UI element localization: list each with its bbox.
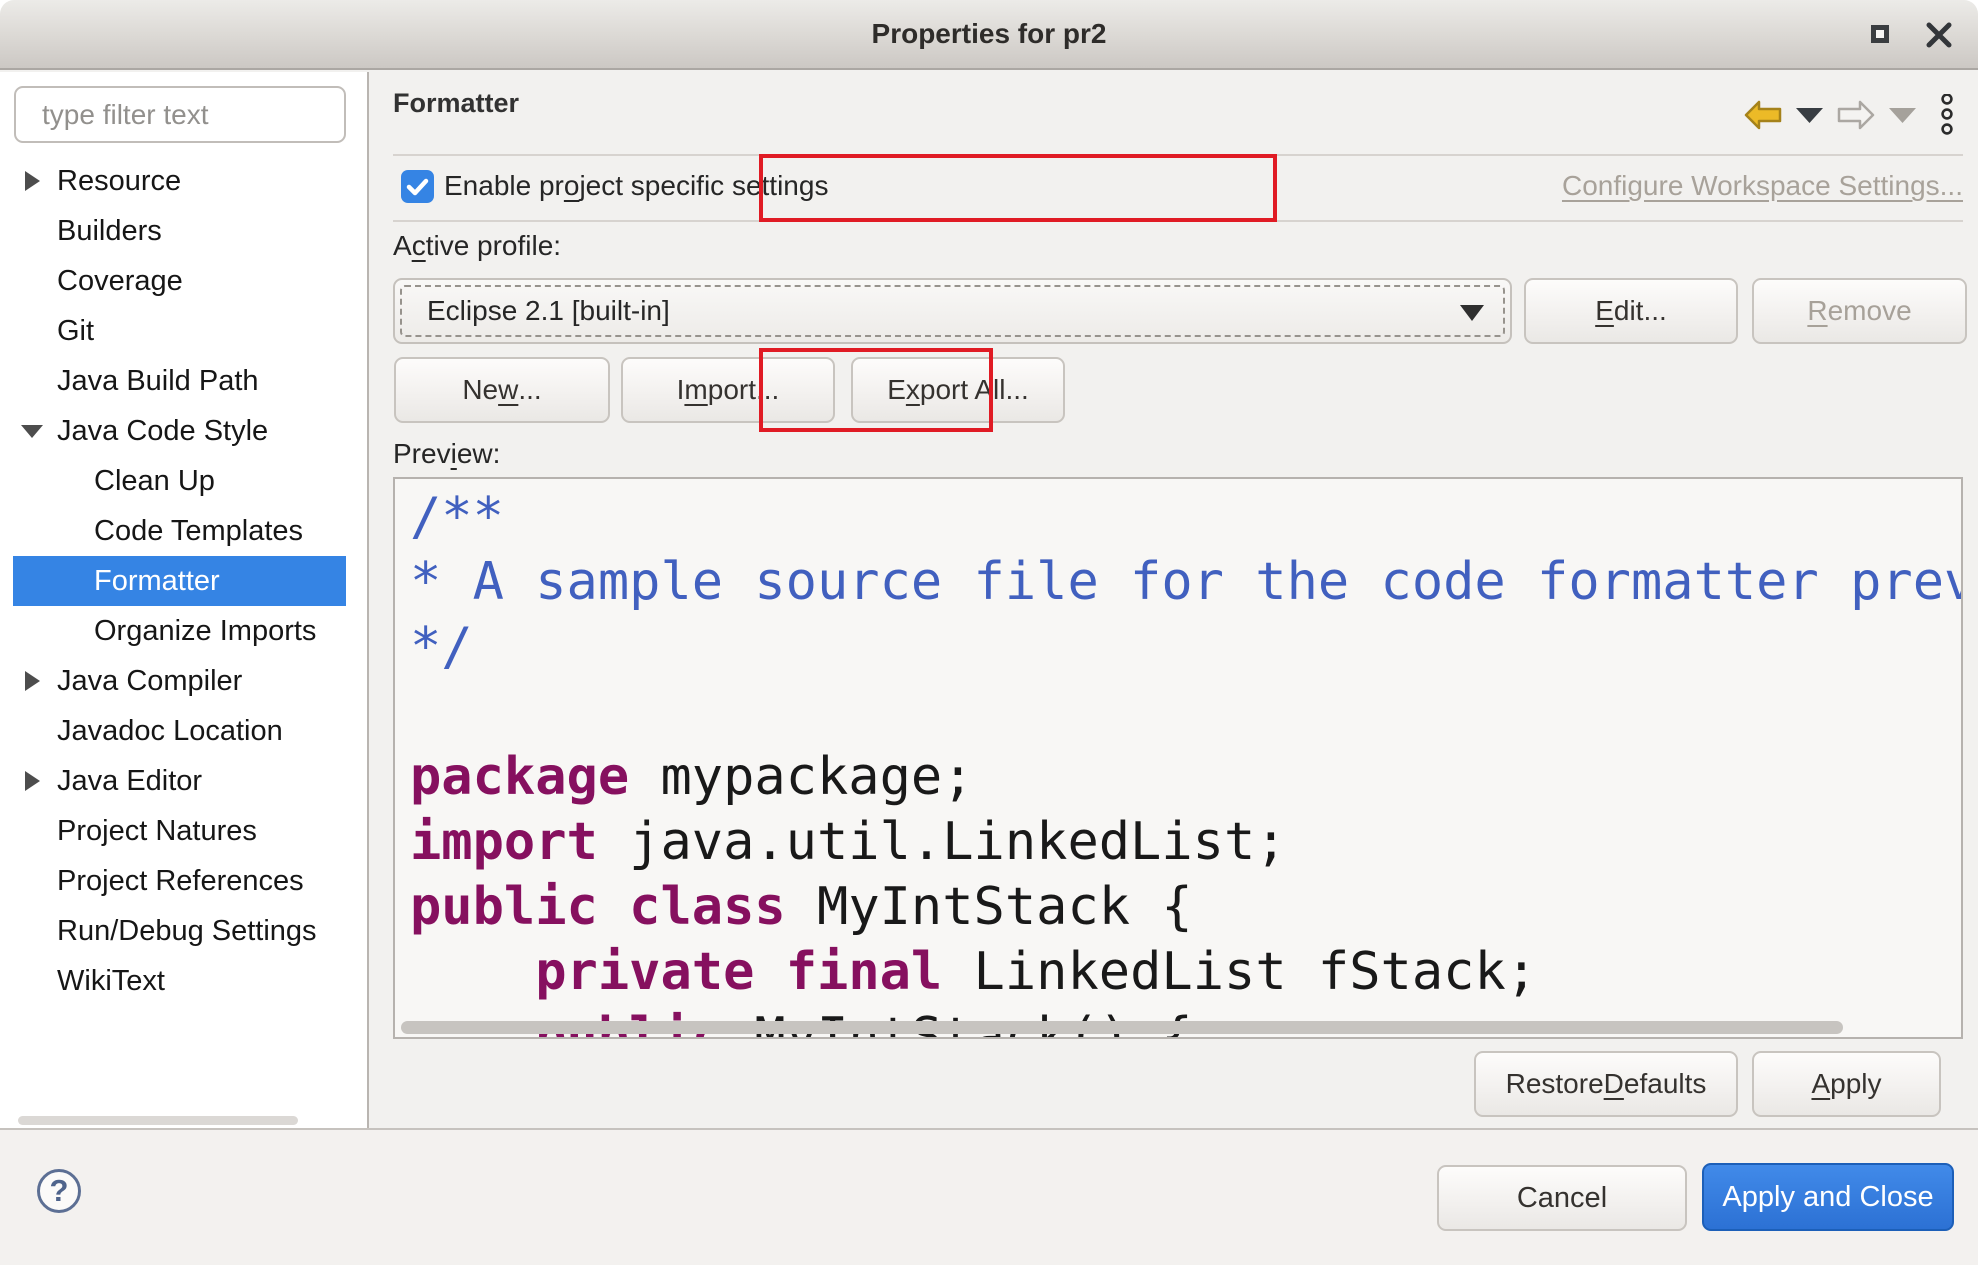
import-button[interactable]: Import...: [621, 357, 835, 423]
forward-arrow-icon[interactable]: [1837, 100, 1875, 130]
page-title: Formatter: [393, 88, 519, 119]
tree-item-label: Project Natures: [57, 815, 257, 848]
tree-item-coverage[interactable]: Coverage: [13, 256, 346, 306]
tree-item-java-editor[interactable]: Java Editor: [13, 756, 346, 806]
maximize-icon: [1871, 25, 1889, 43]
tree-item-builders[interactable]: Builders: [13, 206, 346, 256]
tree-item-resource[interactable]: Resource: [13, 156, 346, 206]
tree-item-clean-up[interactable]: Clean Up: [13, 456, 346, 506]
maximize-button[interactable]: [1868, 23, 1892, 47]
tree-item-label: Clean Up: [94, 465, 215, 498]
tree-item-label: Java Editor: [57, 765, 202, 798]
tree-item-label: Java Build Path: [57, 365, 259, 398]
sidebar-horizontal-scrollbar[interactable]: [18, 1116, 298, 1125]
window-title: Properties for pr2: [0, 0, 1978, 68]
remove-button[interactable]: Remove: [1752, 278, 1967, 344]
back-arrow-icon[interactable]: [1744, 100, 1782, 130]
active-profile-label: Active profile:: [393, 230, 561, 262]
tree-item-java-build-path[interactable]: Java Build Path: [13, 356, 346, 406]
apply-button[interactable]: Apply: [1752, 1051, 1941, 1117]
separator-line-top: [393, 154, 1963, 156]
sidebar: Resource Builders Coverage Git Java Build Pa…: [0, 72, 369, 1128]
code-preview: /*** A sample source file for the code f…: [393, 477, 1963, 1039]
preview-label: Preview:: [393, 438, 500, 470]
collapsed-arrow-icon[interactable]: [25, 771, 40, 791]
close-button[interactable]: [1926, 22, 1952, 48]
enable-project-settings-checkbox[interactable]: [401, 170, 434, 203]
tree-item-code-templates[interactable]: Code Templates: [13, 506, 346, 556]
combo-dropdown-arrow-icon: [1460, 305, 1484, 321]
properties-dialog: Properties for pr2 Resource Builders Cover…: [0, 0, 1978, 1265]
footer: ? Cancel Apply and Close: [0, 1128, 1978, 1265]
tree-item-label: Organize Imports: [94, 615, 316, 648]
tree-item-label: Coverage: [57, 265, 183, 298]
export-all-button[interactable]: Export All...: [851, 357, 1065, 423]
preview-horizontal-scrollbar[interactable]: [401, 1021, 1843, 1034]
collapsed-arrow-icon[interactable]: [25, 671, 40, 691]
code-line: */: [410, 615, 1961, 680]
tree-item-formatter[interactable]: Formatter: [13, 556, 346, 606]
tree-item-java-code-style[interactable]: Java Code Style: [13, 406, 346, 456]
tree-item-javadoc-location[interactable]: Javadoc Location: [13, 706, 346, 756]
view-menu-kebab-icon[interactable]: [1940, 94, 1954, 136]
tree-item-project-references[interactable]: Project References: [13, 856, 346, 906]
tree-item-label: Git: [57, 315, 94, 348]
code-line: package mypackage;: [410, 745, 1961, 810]
apply-and-close-button[interactable]: Apply and Close: [1702, 1163, 1954, 1231]
active-profile-combo[interactable]: Eclipse 2.1 [built-in]: [393, 278, 1512, 344]
new-button[interactable]: New...: [394, 357, 610, 423]
tree-item-label: Javadoc Location: [57, 715, 283, 748]
filter-input[interactable]: [14, 86, 346, 143]
tree-item-label: Java Compiler: [57, 665, 242, 698]
separator-line-bottom: [393, 220, 1963, 222]
tree-item-label: Builders: [57, 215, 162, 248]
tree-item-java-compiler[interactable]: Java Compiler: [13, 656, 346, 706]
code-line: public class MyIntStack {: [410, 875, 1961, 940]
configure-workspace-settings-link[interactable]: Configure Workspace Settings...: [1562, 170, 1963, 202]
enable-project-settings-label[interactable]: Enable project specific settings: [444, 170, 828, 202]
code-line: import java.util.LinkedList;: [410, 810, 1961, 875]
preference-nav-toolbar: [1744, 94, 1954, 136]
tree-item-label: Code Templates: [94, 515, 303, 548]
back-history-dropdown-icon[interactable]: [1796, 107, 1823, 124]
cancel-button[interactable]: Cancel: [1437, 1165, 1687, 1231]
tree-item-label: Formatter: [94, 565, 220, 598]
tree-item-label: Run/Debug Settings: [57, 915, 317, 948]
tree-item-label: Project References: [57, 865, 304, 898]
tree-item-run-debug-settings[interactable]: Run/Debug Settings: [13, 906, 346, 956]
tree-item-wikitext[interactable]: WikiText: [13, 956, 346, 1006]
tree-item-git[interactable]: Git: [13, 306, 346, 356]
tree-item-label: Java Code Style: [57, 415, 268, 448]
code-line: /**: [410, 485, 1961, 550]
tree-item-label: Resource: [57, 165, 181, 198]
help-icon[interactable]: ?: [37, 1169, 81, 1213]
restore-defaults-button[interactable]: Restore Defaults: [1474, 1051, 1738, 1117]
code-line: * A sample source file for the code form…: [410, 550, 1961, 615]
expanded-arrow-icon[interactable]: [21, 425, 43, 438]
active-profile-value: Eclipse 2.1 [built-in]: [427, 280, 670, 342]
titlebar[interactable]: Properties for pr2: [0, 0, 1978, 70]
main-panel: Formatter En: [371, 72, 1978, 1128]
code-preview-text: /*** A sample source file for the code f…: [410, 485, 1961, 1037]
tree-item-project-natures[interactable]: Project Natures: [13, 806, 346, 856]
code-line: private final LinkedList fStack;: [410, 940, 1961, 1005]
tree-item-organize-imports[interactable]: Organize Imports: [13, 606, 346, 656]
edit-button[interactable]: Edit...: [1524, 278, 1738, 344]
forward-history-dropdown-icon[interactable]: [1889, 107, 1916, 124]
checkmark-icon: [401, 170, 434, 203]
tree-item-label: WikiText: [57, 965, 165, 998]
code-line: [410, 680, 1961, 745]
collapsed-arrow-icon[interactable]: [25, 171, 40, 191]
